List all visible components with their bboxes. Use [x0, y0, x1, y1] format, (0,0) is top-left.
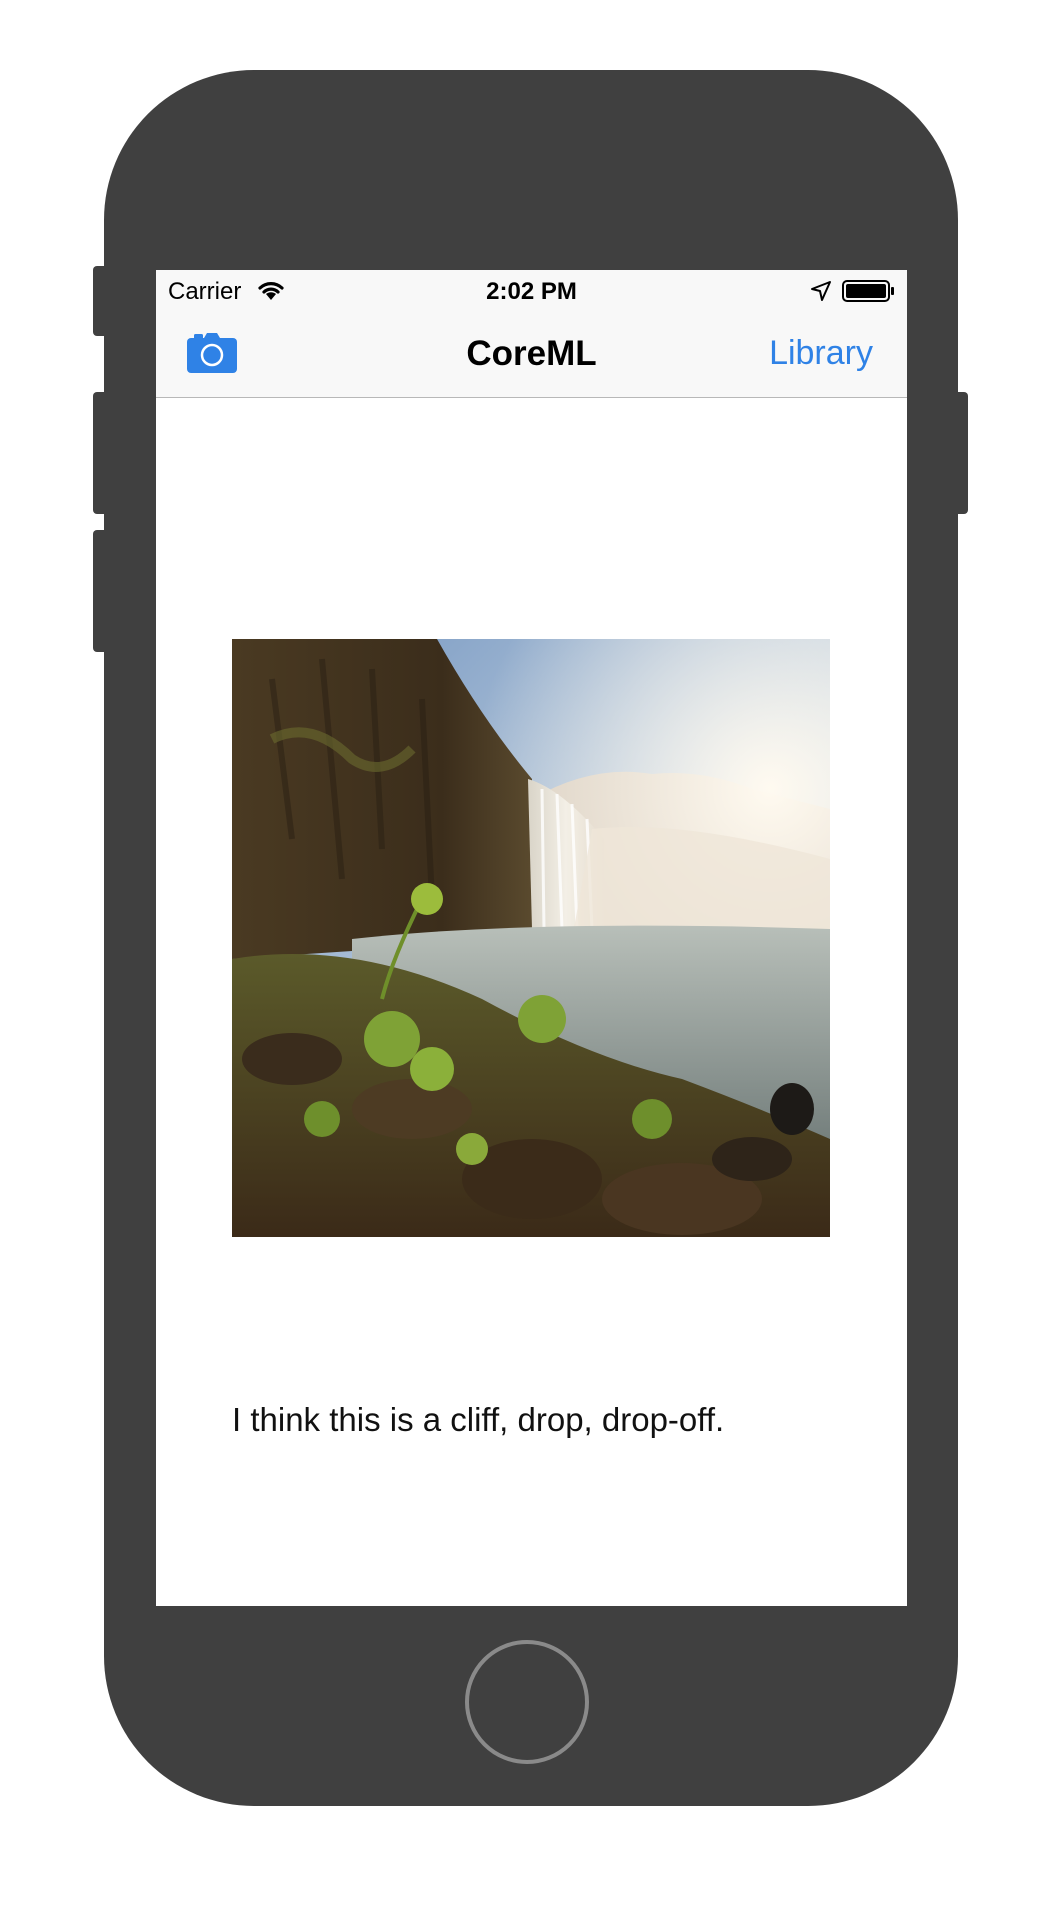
- home-button[interactable]: [465, 1640, 589, 1764]
- battery-icon: [842, 280, 894, 302]
- location-arrow-icon: [811, 281, 831, 301]
- prediction-label: I think this is a cliff, drop, drop-off.: [232, 1401, 725, 1438]
- status-time: 2:02 PM: [486, 278, 577, 305]
- status-bar: Carrier 2:02 PM: [156, 270, 907, 310]
- device-screen: Carrier 2:02 PM CoreML Library I think t…: [156, 270, 907, 1606]
- classified-photo: [232, 639, 830, 1237]
- library-button[interactable]: Library: [769, 334, 873, 373]
- waterfall-photo: [232, 639, 830, 1237]
- navigation-bar: CoreML Library: [156, 310, 907, 398]
